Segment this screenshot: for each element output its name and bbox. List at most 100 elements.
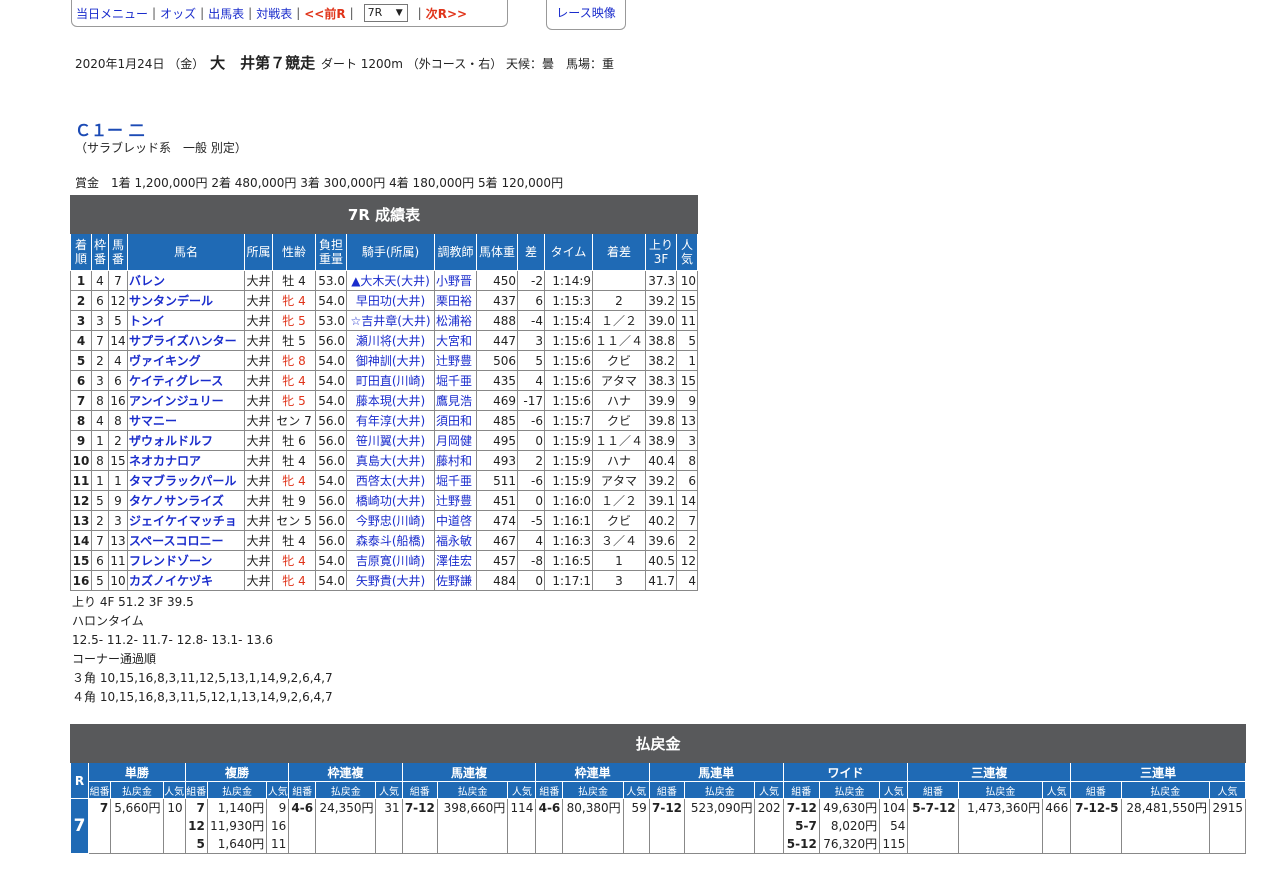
- nav-matchup[interactable]: 対戦表: [256, 5, 292, 22]
- payout-subheader-cell: 組番: [288, 781, 317, 799]
- jockey-link[interactable]: 橋崎功(大井): [346, 490, 435, 511]
- trainer-link[interactable]: 月岡健: [434, 430, 477, 451]
- horse-name-link[interactable]: アンインジュリー: [127, 390, 245, 411]
- horse-name-link[interactable]: トンイ: [127, 310, 245, 331]
- horse-name-link[interactable]: サマニー: [127, 410, 245, 431]
- jockey-link[interactable]: 有年淳(大井): [346, 410, 435, 431]
- horse-name-link[interactable]: スペースコロニー: [127, 530, 245, 551]
- bracket-number: 8: [91, 450, 109, 471]
- trainer-link[interactable]: 堀千亜: [434, 470, 477, 491]
- horse-name-link[interactable]: ケイティグレース: [127, 370, 245, 391]
- trainer-link[interactable]: 佐野謙: [434, 570, 477, 591]
- payout-amount: 398,660円: [436, 798, 509, 854]
- jockey-link[interactable]: 吉原寛(川崎): [346, 550, 435, 571]
- trainer-link[interactable]: 中道啓: [434, 510, 477, 531]
- horse-name-link[interactable]: ネオカナロア: [127, 450, 245, 471]
- jockey-link[interactable]: 森泰斗(船橋): [346, 530, 435, 551]
- horse-name-link[interactable]: バレン: [127, 270, 245, 291]
- sex-age: セン 5: [272, 510, 316, 531]
- prize-money: 賞金 1着 1,200,000円 2着 480,000円 3着 300,000円…: [75, 176, 564, 190]
- weight-carried: 56.0: [315, 530, 347, 551]
- finish-time: 1:15:6: [544, 390, 593, 411]
- nav-sep: |: [296, 6, 301, 20]
- jockey-link[interactable]: ☆吉井章(大井): [346, 310, 435, 331]
- horse-name-link[interactable]: ジェイケイマッチョ: [127, 510, 245, 531]
- race-class: Ｃ１ー 二: [75, 121, 145, 140]
- nav-sep: |: [248, 6, 253, 20]
- payout-popularity-line: 16: [270, 819, 287, 833]
- finish-time: 1:15:3: [544, 290, 593, 311]
- weight-diff: 4: [517, 530, 545, 551]
- payout-popularity: 2915: [1209, 798, 1246, 854]
- trainer-link[interactable]: 藤村和: [434, 450, 477, 471]
- trainer-link[interactable]: 栗田裕: [434, 290, 477, 311]
- payout-amount-line: 49,630円: [823, 801, 878, 815]
- nav-odds[interactable]: オッズ: [160, 5, 196, 22]
- jockey-link[interactable]: 真島大(大井): [346, 450, 435, 471]
- last-3f: 40.5: [645, 550, 677, 571]
- horse-name-link[interactable]: サプライズハンター: [127, 330, 245, 351]
- last-3f: 37.3: [645, 270, 677, 291]
- table-row: 4 7 14 サプライズハンター 大井牡 5 56.0 瀬川将(大井) 大宮和 447 3 1:15…: [70, 330, 698, 351]
- jockey-link[interactable]: ▲大木天(大井): [346, 270, 435, 291]
- trainer-link[interactable]: 福永敏: [434, 530, 477, 551]
- payout-combination-line: 7: [196, 801, 205, 815]
- weight-diff: -6: [517, 410, 545, 431]
- trainer-link[interactable]: 堀千亜: [434, 370, 477, 391]
- jockey-link[interactable]: 今野忠(川崎): [346, 510, 435, 531]
- affiliation: 大井: [244, 510, 273, 531]
- payout-subheader-cell: 払戻金: [315, 781, 377, 799]
- nav-today-menu[interactable]: 当日メニュー: [76, 5, 148, 22]
- trainer-link[interactable]: 澤佳宏: [434, 550, 477, 571]
- horse-name-link[interactable]: ザウォルドルフ: [127, 430, 245, 451]
- trainer-link[interactable]: 小野晋: [434, 270, 477, 291]
- race-video-button[interactable]: レース映像: [546, 0, 626, 30]
- horse-name-link[interactable]: フレンドゾーン: [127, 550, 245, 571]
- payout-type-header: 三連単: [1070, 762, 1246, 782]
- popularity: 11: [676, 310, 698, 331]
- horse-name-link[interactable]: タマブラックパール: [127, 470, 245, 491]
- jockey-link[interactable]: 笹川翼(大井): [346, 430, 435, 451]
- weight-carried: 54.0: [315, 550, 347, 571]
- horse-name-link[interactable]: ヴァイキング: [127, 350, 245, 371]
- trainer-link[interactable]: 辻野豊: [434, 350, 477, 371]
- race-select[interactable]: 7R ▼: [363, 4, 408, 22]
- horse-number: 15: [108, 450, 128, 471]
- race-course: ダート 1200m （外コース・右） 天候：曇 馬場：重: [320, 57, 615, 71]
- jockey-link[interactable]: 御神訓(大井): [346, 350, 435, 371]
- payout-popularity-line: 11: [270, 837, 287, 851]
- trainer-link[interactable]: 鷹見浩: [434, 390, 477, 411]
- table-row: 10 8 15 ネオカナロア 大井牡 4 56.0 真島大(大井) 藤村和 493 2 1:15:9…: [70, 450, 698, 471]
- margin: クビ: [592, 350, 646, 371]
- sex-age: 牡 4: [272, 450, 316, 471]
- payout-subheader-cell: 人気: [507, 781, 537, 799]
- margin: 1: [592, 550, 646, 571]
- weight-diff: -6: [517, 470, 545, 491]
- trainer-link[interactable]: 須田和: [434, 410, 477, 431]
- bracket-number: 1: [91, 470, 109, 491]
- sex-age: 牝 5: [272, 310, 316, 331]
- horse-name-link[interactable]: タケノサンライズ: [127, 490, 245, 511]
- payout-subheader-cell: 組番: [535, 781, 564, 799]
- trainer-link[interactable]: 松浦裕: [434, 310, 477, 331]
- corner-4: ４角 10,15,16,8,3,11,5,12,1,13,14,9,2,6,4,…: [72, 690, 333, 704]
- jockey-link[interactable]: 西啓太(大井): [346, 470, 435, 491]
- jockey-link[interactable]: 藤本現(大井): [346, 390, 435, 411]
- jockey-link[interactable]: 瀬川将(大井): [346, 330, 435, 351]
- payout-amount-line: 11,930円: [210, 819, 265, 833]
- trainer-link[interactable]: 大宮和: [434, 330, 477, 351]
- corner-label: コーナー通過順: [72, 652, 157, 666]
- bracket-number: 3: [91, 370, 109, 391]
- jockey-link[interactable]: 早田功(大井): [346, 290, 435, 311]
- weight-diff: -5: [517, 510, 545, 531]
- popularity: 9: [676, 390, 698, 411]
- prev-race-link[interactable]: <<前R: [304, 5, 345, 22]
- horse-name-link[interactable]: サンタンデール: [127, 290, 245, 311]
- trainer-link[interactable]: 辻野豊: [434, 490, 477, 511]
- horse-name-link[interactable]: カズノイケヅキ: [127, 570, 245, 591]
- next-race-link[interactable]: 次R>>: [426, 5, 467, 22]
- payout-amount-line: 76,320円: [823, 837, 878, 851]
- nav-entries[interactable]: 出馬表: [208, 5, 244, 22]
- jockey-link[interactable]: 町田直(川崎): [346, 370, 435, 391]
- jockey-link[interactable]: 矢野貴(大井): [346, 570, 435, 591]
